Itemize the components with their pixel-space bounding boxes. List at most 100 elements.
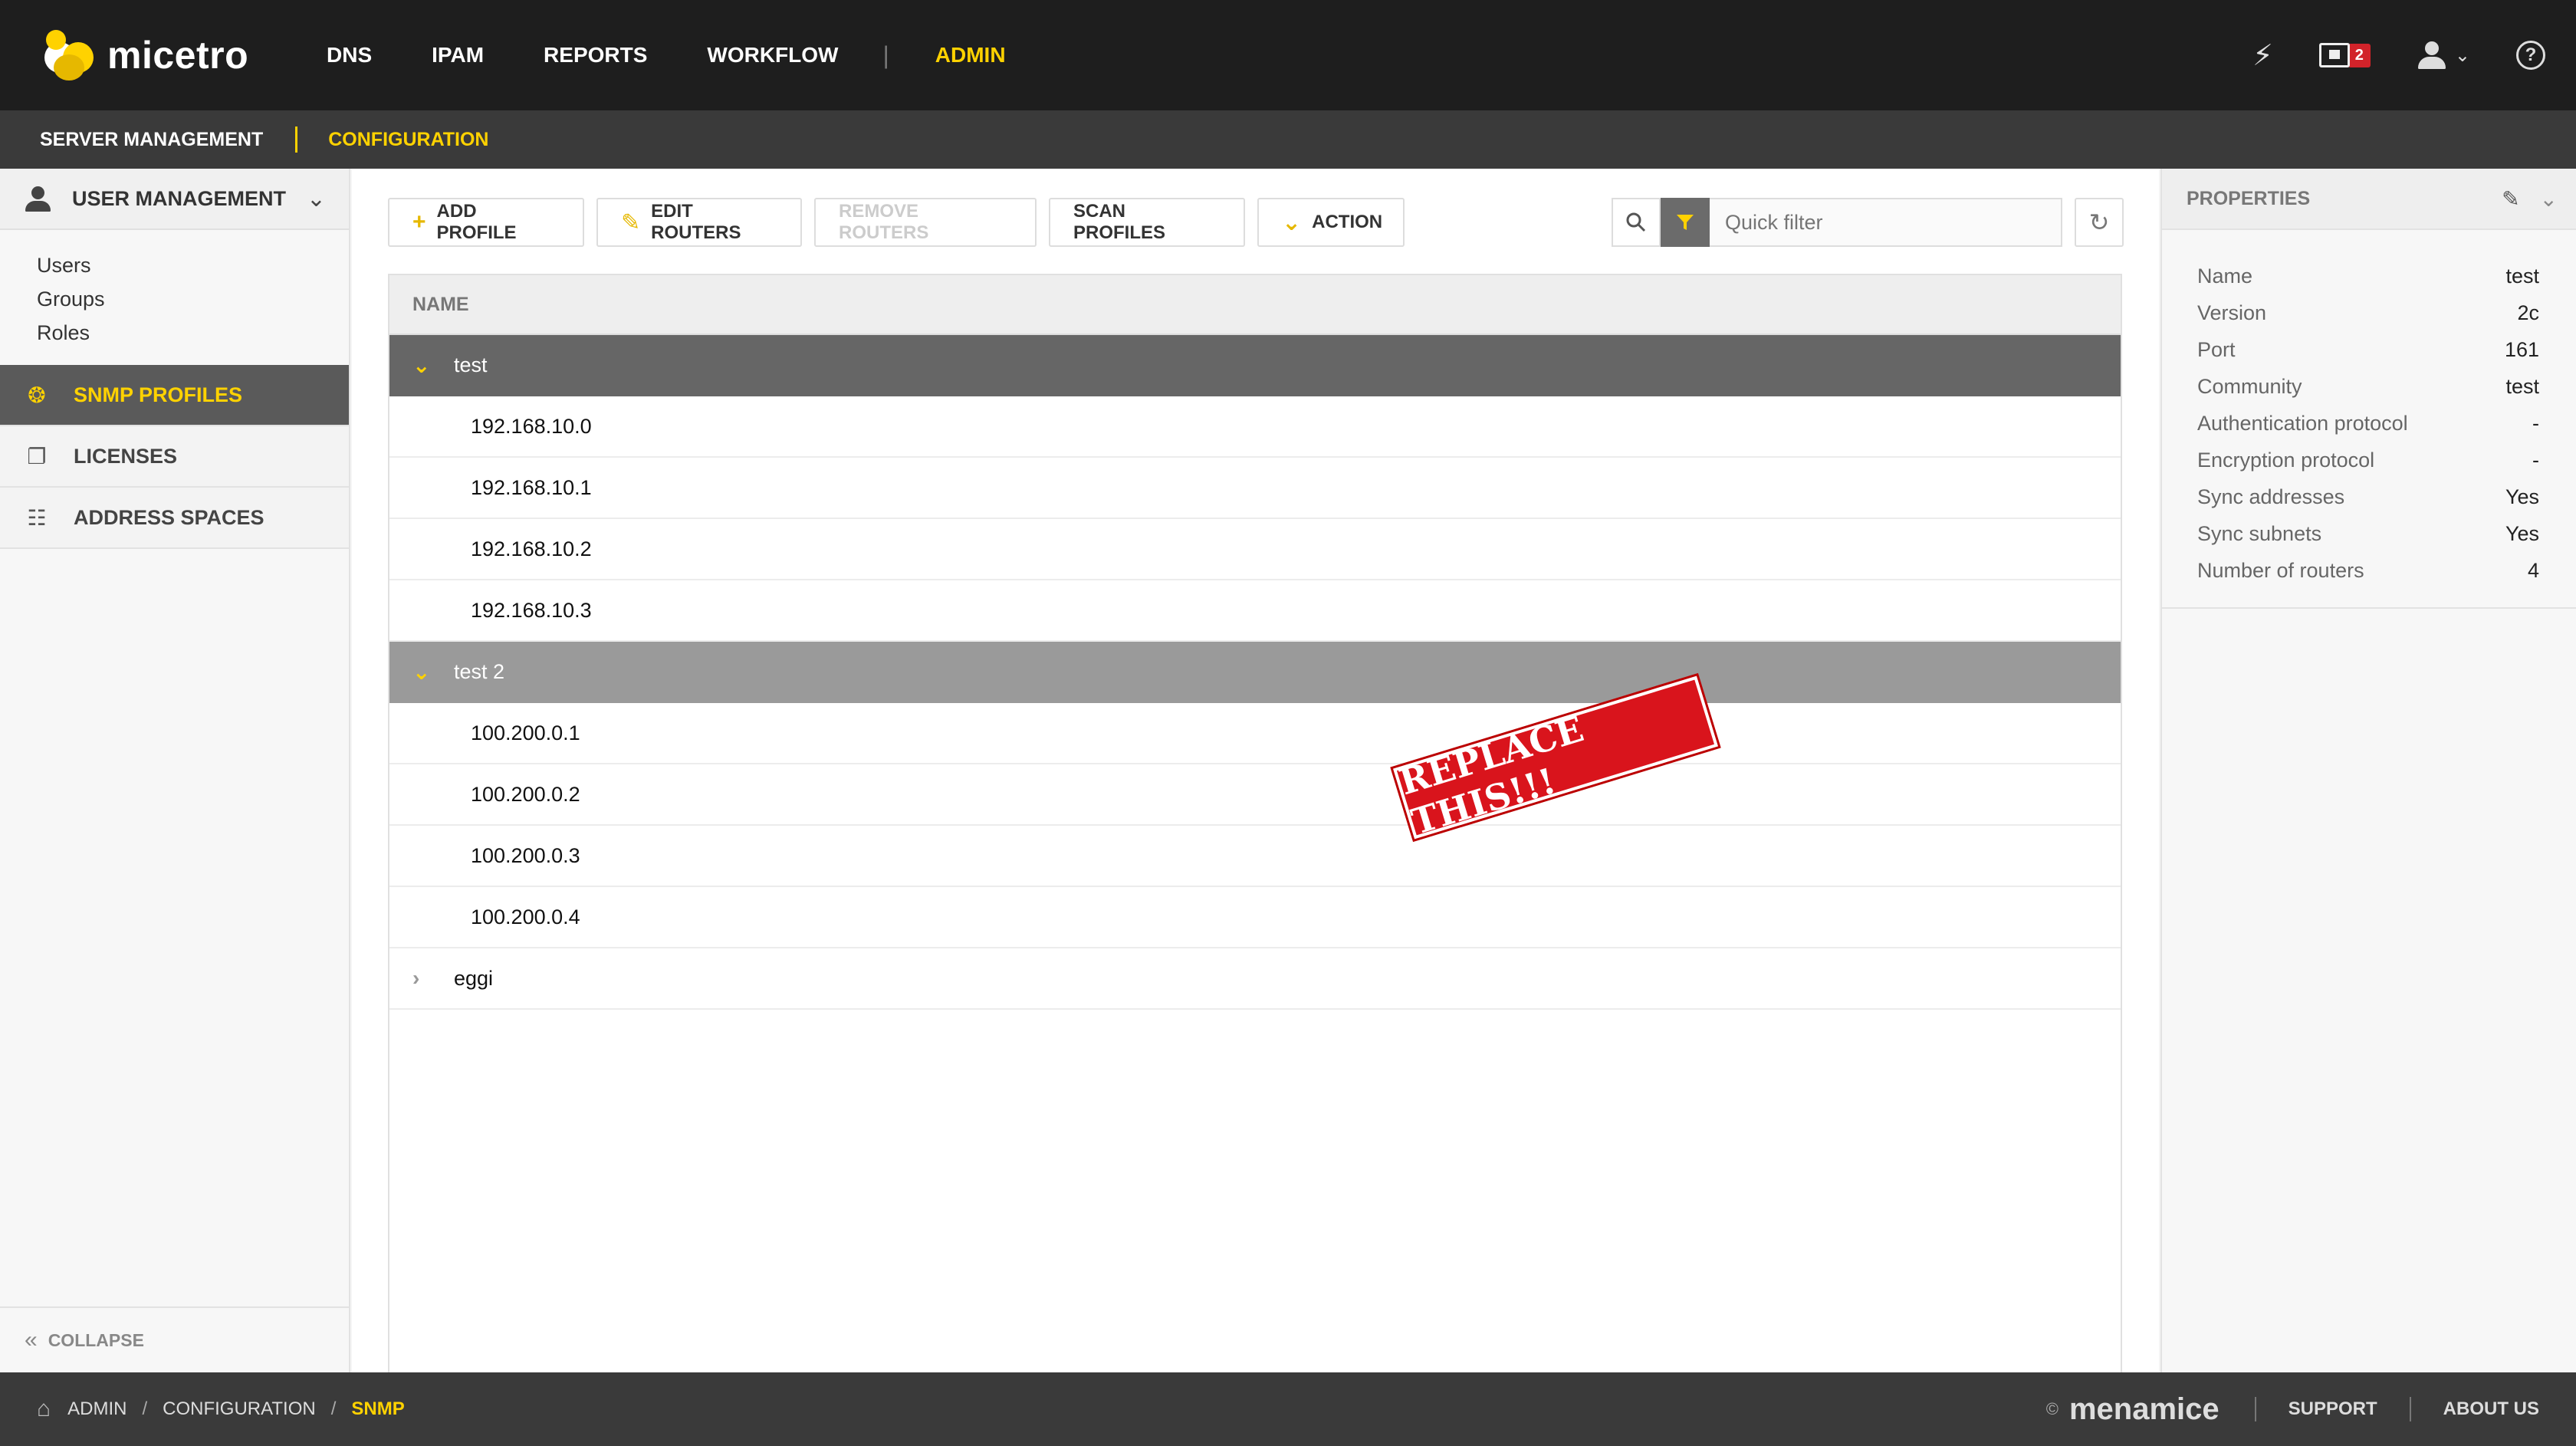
support-link[interactable]: SUPPORT [2288, 1398, 2377, 1420]
collapse-button[interactable]: « COLLAPSE [0, 1306, 349, 1372]
property-key: Number of routers [2197, 558, 2364, 582]
chevron-right-icon[interactable]: › [412, 966, 454, 991]
property-key: Community [2197, 374, 2302, 398]
toolbar: + ADD PROFILE ✎ EDIT ROUTERS REMOVE ROUT… [388, 198, 1417, 247]
subnav-server-management[interactable]: SERVER MANAGEMENT [40, 129, 263, 151]
subnav-divider [295, 127, 298, 153]
pencil-icon: ✎ [621, 209, 641, 235]
filter-button[interactable] [1661, 198, 1710, 247]
property-row: Sync subnets Yes [2162, 515, 2576, 552]
table-row[interactable]: 100.200.0.4 [389, 887, 2121, 948]
property-key: Encryption protocol [2197, 448, 2375, 472]
remove-routers-label: REMOVE ROUTERS [839, 201, 929, 243]
breadcrumb-configuration[interactable]: CONFIGURATION [163, 1398, 316, 1420]
sidebar-user-management[interactable]: USER MANAGEMENT ⌄ [0, 169, 349, 230]
address-spaces-icon: ☷ [27, 505, 47, 530]
snmp-profiles-grid: NAME ⌄ test 192.168.10.0 192.168.10.1 19… [388, 274, 2122, 1372]
property-key: Sync subnets [2197, 521, 2322, 545]
chevron-down-icon[interactable]: ⌄ [412, 353, 454, 378]
table-row[interactable]: 100.200.0.1 [389, 703, 2121, 764]
breadcrumb-separator: / [142, 1398, 148, 1419]
sidebar: USER MANAGEMENT ⌄ Users Groups Roles ❂ S… [0, 169, 350, 1372]
action-menu-button[interactable]: ⌄ ACTION [1257, 198, 1405, 247]
chevron-down-icon: ⌄ [1282, 209, 1302, 235]
help-icon: ? [2516, 41, 2545, 70]
about-us-link[interactable]: ABOUT US [2443, 1398, 2539, 1420]
search-button[interactable] [1612, 198, 1661, 247]
sidebar-item-snmp-profiles[interactable]: ❂ SNMP PROFILES [0, 365, 349, 426]
table-row[interactable]: 100.200.0.2 [389, 764, 2121, 826]
lightning-icon[interactable]: ⚡︎ [2252, 38, 2273, 73]
property-row: Encryption protocol - [2162, 442, 2576, 478]
nav-reports[interactable]: REPORTS [544, 43, 647, 67]
property-value: 2c [2517, 301, 2539, 324]
table-row[interactable]: 192.168.10.2 [389, 519, 2121, 580]
property-key: Name [2197, 264, 2253, 288]
user-icon [23, 183, 54, 214]
sidebar-link-users[interactable]: Users [37, 248, 349, 282]
footer-divider [2409, 1397, 2411, 1421]
chevron-down-icon: ⌄ [306, 186, 326, 212]
property-key: Authentication protocol [2197, 411, 2408, 435]
user-menu-button[interactable]: ⌄ [2417, 40, 2470, 71]
sidebar-item-licenses[interactable]: ❐ LICENSES [0, 426, 349, 488]
logo[interactable]: micetro [43, 28, 311, 82]
nav-workflow[interactable]: WORKFLOW [707, 43, 838, 67]
edit-routers-button[interactable]: ✎ EDIT ROUTERS [596, 198, 802, 247]
sidebar-item-label: LICENSES [74, 444, 178, 468]
breadcrumb: ⌂ ADMIN / CONFIGURATION / SNMP [37, 1396, 405, 1422]
sidebar-item-label: SNMP PROFILES [74, 383, 243, 406]
collapse-label: COLLAPSE [48, 1329, 144, 1350]
table-row[interactable]: 192.168.10.1 [389, 458, 2121, 519]
add-profile-button[interactable]: + ADD PROFILE [388, 198, 584, 247]
help-button[interactable]: ? [2516, 41, 2545, 70]
property-row: Number of routers 4 [2162, 552, 2576, 589]
property-row: Sync addresses Yes [2162, 478, 2576, 515]
chevron-down-icon[interactable]: ⌄ [2540, 186, 2558, 212]
table-row[interactable]: 192.168.10.3 [389, 580, 2121, 642]
properties-title: PROPERTIES [2187, 187, 2311, 209]
nav-ipam[interactable]: IPAM [432, 43, 484, 67]
group-row[interactable]: ⌄ test 2 [389, 642, 2121, 703]
nav-admin[interactable]: ADMIN [935, 43, 1006, 67]
chevron-down-icon[interactable]: ⌄ [412, 659, 454, 685]
table-row[interactable]: 192.168.10.0 [389, 396, 2121, 458]
breadcrumb-current: SNMP [351, 1398, 405, 1419]
top-right-tools: ⚡︎ 2 ⌄ ? [2206, 0, 2545, 110]
group-name: test 2 [454, 659, 505, 683]
menandmice-logo: menamice [2068, 1392, 2220, 1426]
home-icon[interactable]: ⌂ [37, 1396, 51, 1422]
column-header-name[interactable]: NAME [389, 275, 2121, 335]
main-nav: DNS IPAM REPORTS WORKFLOW | ADMIN [327, 41, 1066, 70]
router-address: 100.200.0.4 [471, 905, 580, 928]
router-address: 192.168.10.0 [471, 414, 592, 438]
table-row[interactable]: 100.200.0.3 [389, 826, 2121, 887]
sidebar-link-roles[interactable]: Roles [37, 316, 349, 350]
user-icon [2417, 40, 2447, 71]
sidebar-link-groups[interactable]: Groups [37, 282, 349, 316]
router-address: 100.200.0.2 [471, 782, 580, 806]
nav-dns[interactable]: DNS [327, 43, 372, 67]
scan-profiles-button[interactable]: SCAN PROFILES [1049, 198, 1245, 247]
property-row: Community test [2162, 368, 2576, 405]
router-address: 192.168.10.1 [471, 475, 592, 499]
quick-filter-input[interactable] [1710, 198, 2062, 247]
refresh-button[interactable]: ↻ [2075, 198, 2124, 247]
group-row[interactable]: ⌄ test [389, 335, 2121, 396]
plus-icon: + [412, 209, 426, 235]
remove-routers-button[interactable]: REMOVE ROUTERS [814, 198, 1037, 247]
properties-list: Name test Version 2c Port 161 Community test… [2162, 230, 2576, 609]
pencil-icon[interactable]: ✎ [2502, 186, 2519, 212]
breadcrumb-admin[interactable]: ADMIN [67, 1398, 127, 1420]
property-row: Version 2c [2162, 294, 2576, 331]
subnav-configuration[interactable]: CONFIGURATION [328, 129, 488, 151]
group-row[interactable]: › eggi [389, 948, 2121, 1010]
footer-divider [2254, 1397, 2256, 1421]
sidebar-item-label: ADDRESS SPACES [74, 505, 264, 529]
sidebar-item-address-spaces[interactable]: ☷ ADDRESS SPACES [0, 488, 349, 549]
notifications-button[interactable]: 2 [2318, 43, 2371, 67]
user-management-links: Users Groups Roles [0, 230, 349, 365]
router-address: 100.200.0.1 [471, 721, 580, 744]
group-name: eggi [454, 966, 494, 990]
breadcrumb-separator: / [330, 1398, 337, 1419]
